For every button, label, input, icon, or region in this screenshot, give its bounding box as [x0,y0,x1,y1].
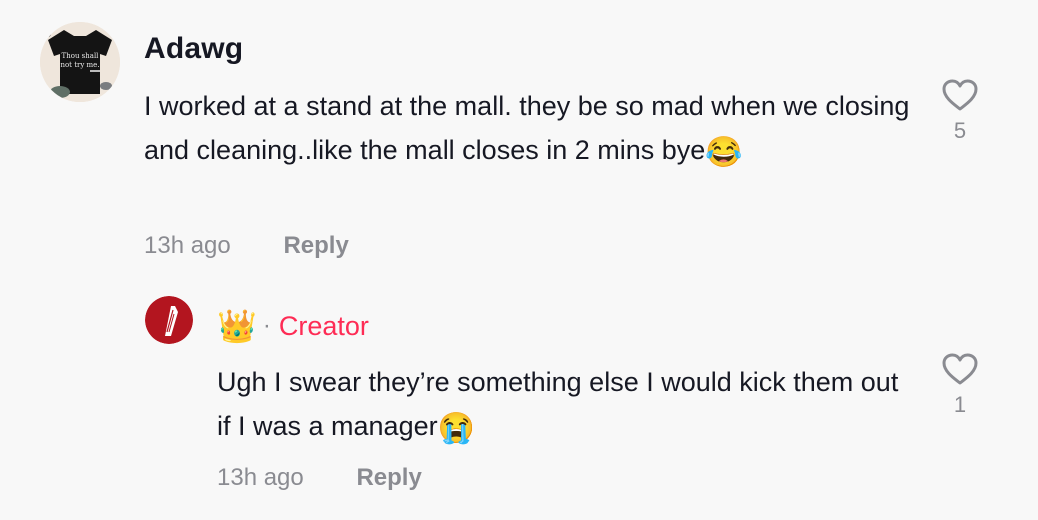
avatar[interactable]: Thou shall not try me. [40,22,120,102]
comment-like-count: 5 [953,118,967,143]
creator-avatar[interactable] [145,296,193,344]
comment-meta: 13h ago Reply [144,232,349,260]
heart-icon [942,353,978,385]
reply-timestamp: 13h ago [217,464,304,491]
separator-dot: · [262,312,271,339]
crying-emoji: 😭 [437,412,475,445]
reply-text: Ugh I swear they’re something else I wou… [217,360,907,451]
svg-text:Thou shall: Thou shall [62,52,100,60]
avatar-image: Thou shall not try me. [40,22,120,102]
comment-username[interactable]: Adawg [144,32,243,66]
heart-icon [942,79,978,111]
reply-header: 👑 · Creator [217,306,369,346]
comment-reply-button[interactable]: Reply [283,232,348,259]
comment-text: I worked at a stand at the mall. they be… [144,84,914,175]
reply-reply-button[interactable]: Reply [356,464,421,491]
crown-emoji: 👑 [217,308,257,344]
reply-meta: 13h ago Reply [217,464,422,492]
creator-avatar-image [145,296,193,344]
reply-body: Ugh I swear they’re something else I wou… [217,367,899,441]
comment-thread: Thou shall not try me. Adawg I worked at… [0,0,1038,520]
comment-timestamp: 13h ago [144,232,231,259]
reply-like-button[interactable]: 1 [940,352,980,418]
creator-label: Creator [278,310,369,341]
reply-like-count: 1 [953,392,967,417]
laughing-emoji: 😂 [705,136,743,169]
comment-body: I worked at a stand at the mall. they be… [144,91,910,165]
svg-text:not try me.: not try me. [60,61,99,69]
comment-like-button[interactable]: 5 [940,78,980,144]
